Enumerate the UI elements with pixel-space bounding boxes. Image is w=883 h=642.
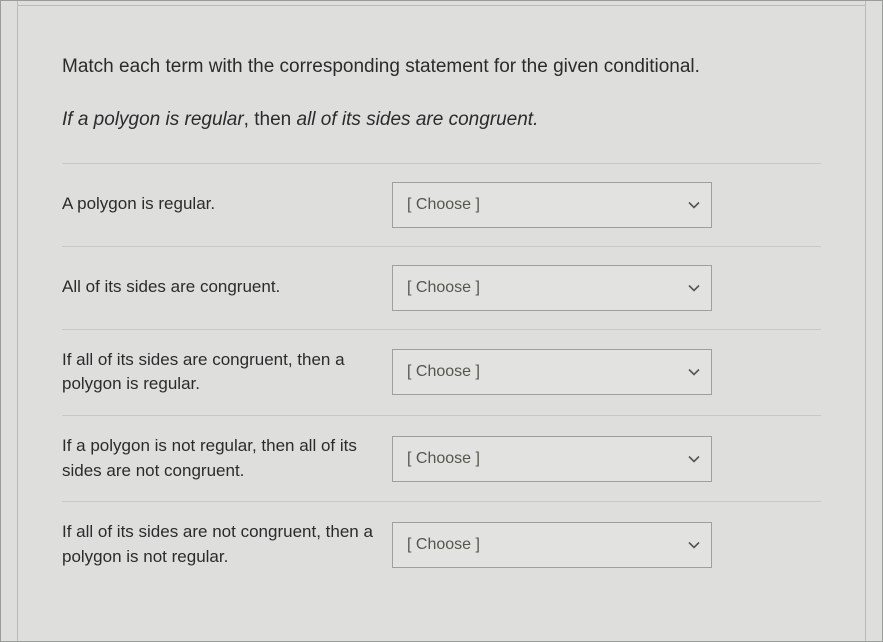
answer-select[interactable]: [ Choose ] — [392, 265, 712, 311]
match-row: All of its sides are congruent. [ Choose… — [62, 246, 821, 329]
conditional-statement: If a polygon is regular, then all of its… — [18, 109, 865, 153]
match-row: If all of its sides are not congruent, t… — [62, 501, 821, 587]
question-inner: Match each term with the corresponding s… — [17, 1, 866, 641]
answer-select[interactable]: [ Choose ] — [392, 436, 712, 482]
select-wrap: [ Choose ] — [392, 522, 712, 568]
match-prompt: If all of its sides are not congruent, t… — [62, 520, 392, 569]
chevron-down-icon — [688, 199, 700, 211]
match-list: A polygon is regular. [ Choose ] All of … — [18, 163, 865, 588]
chevron-down-icon — [688, 366, 700, 378]
match-prompt: If all of its sides are congruent, then … — [62, 348, 392, 397]
match-row: A polygon is regular. [ Choose ] — [62, 163, 821, 246]
select-wrap: [ Choose ] — [392, 265, 712, 311]
conditional-comma: , — [244, 109, 255, 130]
select-placeholder: [ Choose ] — [407, 536, 480, 554]
select-placeholder: [ Choose ] — [407, 450, 480, 468]
match-prompt: All of its sides are congruent. — [62, 275, 392, 300]
answer-select[interactable]: [ Choose ] — [392, 349, 712, 395]
select-wrap: [ Choose ] — [392, 182, 712, 228]
question-card: Match each term with the corresponding s… — [0, 0, 883, 642]
instructions-text: Match each term with the corresponding s… — [18, 6, 865, 109]
conditional-then: then — [254, 109, 296, 130]
conditional-hypothesis: If a polygon is regular — [62, 109, 244, 130]
select-placeholder: [ Choose ] — [407, 363, 480, 381]
answer-select[interactable]: [ Choose ] — [392, 522, 712, 568]
select-wrap: [ Choose ] — [392, 436, 712, 482]
match-prompt: A polygon is regular. — [62, 192, 392, 217]
chevron-down-icon — [688, 539, 700, 551]
match-prompt: If a polygon is not regular, then all of… — [62, 434, 392, 483]
match-row: If a polygon is not regular, then all of… — [62, 415, 821, 501]
chevron-down-icon — [688, 282, 700, 294]
select-placeholder: [ Choose ] — [407, 196, 480, 214]
select-placeholder: [ Choose ] — [407, 279, 480, 297]
select-wrap: [ Choose ] — [392, 349, 712, 395]
answer-select[interactable]: [ Choose ] — [392, 182, 712, 228]
chevron-down-icon — [688, 453, 700, 465]
conditional-conclusion: all of its sides are congruent. — [297, 109, 539, 130]
match-row: If all of its sides are congruent, then … — [62, 329, 821, 415]
